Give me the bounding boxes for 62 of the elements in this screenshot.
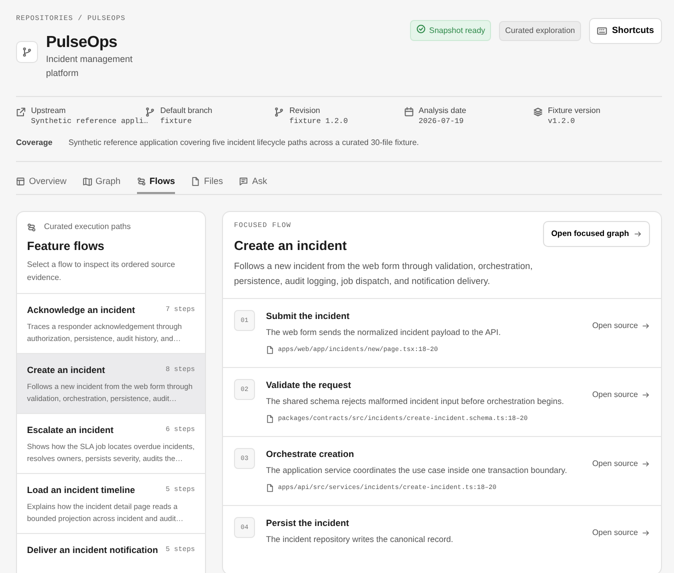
check-circle-icon — [416, 24, 426, 34]
step-description: The shared schema rejects malformed incident input before orchestration begins. — [266, 395, 565, 408]
branch-icon — [145, 107, 156, 118]
step-description: The application service coordinates the use case inside one transaction boundary. — [266, 464, 568, 477]
map-icon — [82, 176, 92, 186]
flows-icon — [27, 222, 36, 232]
arrow-right-icon — [642, 390, 650, 399]
tab[interactable]: Files — [191, 170, 224, 194]
flow-title: Create an incident — [27, 364, 106, 377]
file-icon — [191, 176, 200, 186]
tab[interactable]: Overview — [16, 170, 67, 194]
file-icon — [266, 414, 274, 423]
file-icon — [266, 346, 274, 354]
flow-title: Create an incident — [234, 236, 347, 255]
arrow-right-icon — [642, 528, 650, 537]
coverage-text: Synthetic reference application covering five incident lifecycle paths across a curated 30-file fixture. — [68, 136, 419, 149]
layers-icon — [532, 107, 543, 118]
meta-label: Fixture version — [548, 105, 600, 118]
open-source-link[interactable]: Open source — [592, 526, 650, 539]
arrow-right-icon — [634, 230, 642, 238]
arrow-right-icon — [642, 322, 650, 330]
file-icon — [266, 484, 274, 492]
repository-name: PulseOps — [46, 32, 118, 52]
open-source-link[interactable]: Open source — [592, 388, 650, 401]
status-badge: Curated exploration — [499, 20, 581, 41]
panel-eyebrow: Curated execution paths — [44, 221, 131, 234]
repository-description: Incident management platform — [46, 52, 134, 80]
meta-label: Default branch — [160, 105, 212, 118]
step-title: Validate the request — [266, 378, 352, 392]
status-badge: Snapshot ready — [410, 20, 492, 42]
panel-description: Select a flow to inspect its ordered source evidence. — [27, 259, 176, 284]
meta-label: Upstream — [31, 105, 67, 118]
flow-title: Acknowledge an incident — [27, 304, 136, 317]
step-title: Persist the incident — [266, 516, 350, 530]
tab[interactable]: Graph — [82, 170, 121, 194]
step-title: Submit the incident — [266, 310, 351, 323]
arrow-right-icon — [642, 460, 650, 468]
tab[interactable]: Flows — [136, 170, 176, 194]
step-title: Orchestrate creation — [266, 448, 356, 461]
flow-description: Follows a new incident from the web form through validation, orchestration, persistence, audit logging, job dispatch, and notification delivery. — [234, 260, 534, 288]
shortcuts-button[interactable]: Shortcuts — [588, 18, 662, 44]
branch-icon — [22, 46, 32, 56]
meta-label: Revision — [289, 105, 322, 118]
external-link-icon — [16, 107, 26, 118]
branch-icon — [274, 107, 284, 118]
step-description: The incident repository writes the canonical record. — [266, 533, 454, 546]
flows-icon — [136, 176, 146, 186]
message-icon — [239, 176, 248, 186]
flow-title: Load an incident timeline — [27, 484, 136, 497]
coverage-label: Coverage — [16, 136, 52, 149]
flow-title: Escalate an incident — [27, 424, 114, 437]
open-source-link[interactable]: Open source — [592, 458, 650, 470]
open-source-link[interactable]: Open source — [592, 320, 650, 332]
step-description: The web form sends the normalized incident payload to the API. — [266, 326, 502, 339]
layout-icon — [16, 176, 25, 186]
panel-title: Feature flows — [27, 238, 106, 256]
flow-title: Deliver an incident notification — [27, 544, 158, 557]
keyboard-icon — [596, 26, 607, 36]
meta-label: Analysis date — [418, 105, 466, 118]
open-graph-button[interactable]: Open focused graph — [543, 221, 650, 248]
tab[interactable]: Ask — [239, 170, 268, 194]
calendar-icon — [404, 107, 414, 118]
